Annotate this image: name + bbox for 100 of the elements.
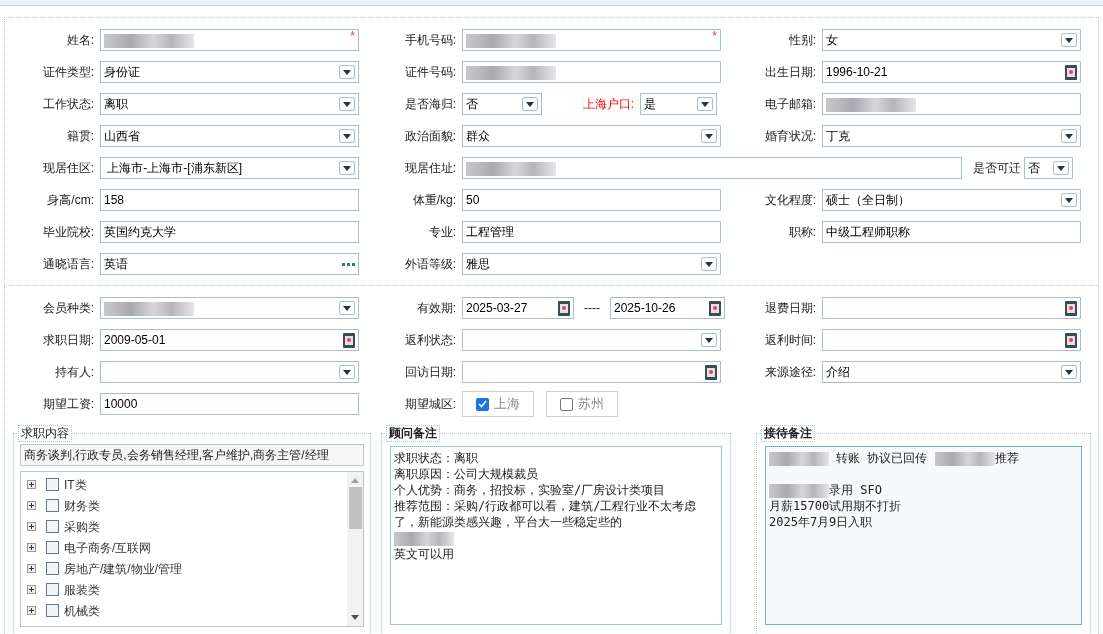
field-label: 返利状态: [404,332,456,349]
input-field[interactable] [822,93,1081,115]
more-icon[interactable] [342,262,355,266]
field-label: 现居住址: [404,160,456,177]
city-checkbox[interactable]: 苏州 [546,391,618,417]
date-field[interactable]: 2009-05-01 [100,329,359,351]
panel-title: 求职内容 [18,425,72,442]
expand-icon[interactable] [27,585,36,594]
notes-textarea[interactable]: 转账 协议已回传 推荐 录用 SFO 月薪15700试用期不打折 2025年7月9日入职 [765,446,1082,625]
input-field[interactable]: 50 [462,189,721,211]
input-field[interactable] [462,157,962,179]
select-field[interactable]: 是 [640,93,717,115]
tree-checkbox[interactable] [46,499,59,512]
select-field[interactable]: 上海市-上海市-[浦东新区] [100,157,359,179]
date-field[interactable]: 2025-10-26 [610,297,725,319]
tree-item[interactable]: 财务类 [27,495,347,516]
note-text: 录用 SFO [829,483,882,497]
expand-icon[interactable] [27,606,36,615]
select-field[interactable] [100,361,359,383]
select-field[interactable]: 丁克 [822,125,1081,147]
city-checkbox[interactable]: 上海 [462,391,534,417]
input-field[interactable]: 10000 [100,393,359,415]
scrollbar-thumb[interactable] [348,487,362,529]
input-field[interactable]: 英国约克大学 [100,221,359,243]
select-field[interactable]: 硕士（全日制） [822,189,1081,211]
tree-item[interactable]: 采购类 [27,516,347,537]
tree-checkbox[interactable] [46,520,59,533]
tree-checkbox[interactable] [46,541,59,554]
field-label: 职称: [788,224,816,241]
scrollbar[interactable] [347,472,363,626]
tree-item[interactable]: IT类 [27,474,347,495]
note-text: 求职状态：离职 [394,451,478,465]
select-field[interactable]: 群众 [462,125,721,147]
field-label: 会员种类: [42,300,94,317]
field-label: 手机号码: [404,32,456,49]
calendar-icon[interactable] [1065,332,1077,348]
field-label: 证件类型: [42,64,94,81]
input-field[interactable]: 英语 [100,253,359,275]
calendar-icon[interactable] [343,332,355,348]
field-label: 性别: [788,32,816,49]
field-label: 证件号码: [404,64,456,81]
select-field[interactable]: 离职 [100,93,359,115]
date-field[interactable] [822,297,1081,319]
tree-item[interactable]: 房地产/建筑/物业/管理 [27,558,347,579]
select-field[interactable] [462,329,721,351]
select-field[interactable]: 山西省 [100,125,359,147]
scroll-down-icon[interactable] [351,615,359,620]
input-field[interactable]: * [100,29,359,51]
field-label: 文化程度: [764,192,816,209]
redacted-text [934,451,995,466]
field-label: 上海户口: [582,96,634,113]
date-field[interactable] [822,329,1081,351]
redacted-text [769,483,829,498]
expand-icon[interactable] [27,522,36,531]
calendar-icon[interactable] [1065,64,1077,80]
field-label: 工作状态: [42,96,94,113]
field-label: 来源途径: [764,364,816,381]
input-field[interactable]: 工程管理 [462,221,721,243]
tree-item[interactable]: 服装类 [27,579,347,600]
expand-icon[interactable] [27,501,36,510]
panel-title: 顾问备注 [386,425,440,442]
calendar-icon[interactable] [709,300,721,316]
tree-item[interactable]: 电子商务/互联网 [27,537,347,558]
input-field[interactable]: 158 [100,189,359,211]
range-separator: ---- [584,300,600,317]
note-text: 转账 协议已回传 [835,451,929,465]
select-field[interactable]: 雅思 [462,253,721,275]
field-label: 是否海归: [404,96,456,113]
input-field[interactable]: * [462,29,721,51]
select-field[interactable]: 否 [462,93,542,115]
note-text: 2025年7月9日入职 [769,515,873,529]
expand-icon[interactable] [27,480,36,489]
date-field[interactable]: 1996-10-21 [822,61,1081,83]
select-field[interactable]: 否 [1024,157,1073,179]
tree-item[interactable]: 机械类 [27,600,347,621]
field-label: 求职日期: [42,332,94,349]
expand-icon[interactable] [27,543,36,552]
date-field[interactable] [462,361,721,383]
tree-checkbox[interactable] [46,562,59,575]
select-field[interactable]: 身份证 [100,61,359,83]
calendar-icon[interactable] [1065,300,1077,316]
date-field[interactable]: 2025-03-27 [462,297,574,319]
tree-checkbox[interactable] [46,604,59,617]
note-text: 个人优势：商务，招投标，实验室/厂房设计类项目 [394,483,666,497]
select-field[interactable]: 介绍 [822,361,1081,383]
expand-icon[interactable] [27,564,36,573]
select-field[interactable]: 女 [822,29,1081,51]
notes-textarea[interactable]: 求职状态：离职 离职原因：公司大规模裁员 个人优势：商务，招投标，实验室/厂房设计类项目 推荐范围：采购/行政都可以看，建筑/工程行业不太考虑了，新能源类感兴趣，平台大一些稳定些的 英文可以用 [390,446,722,625]
field-label: 出生日期: [764,64,816,81]
input-field[interactable]: 中级工程师职称 [822,221,1081,243]
checkmark-icon [478,400,487,408]
select-field[interactable] [100,297,359,319]
note-text: 推荐 [994,451,1019,465]
calendar-icon[interactable] [558,300,570,316]
calendar-icon[interactable] [705,364,717,380]
input-field[interactable] [462,61,721,83]
tree-checkbox[interactable] [46,478,59,491]
tree-checkbox[interactable] [46,583,59,596]
field-label: 现居住区: [42,160,94,177]
field-label: 期望城区: [404,396,456,413]
